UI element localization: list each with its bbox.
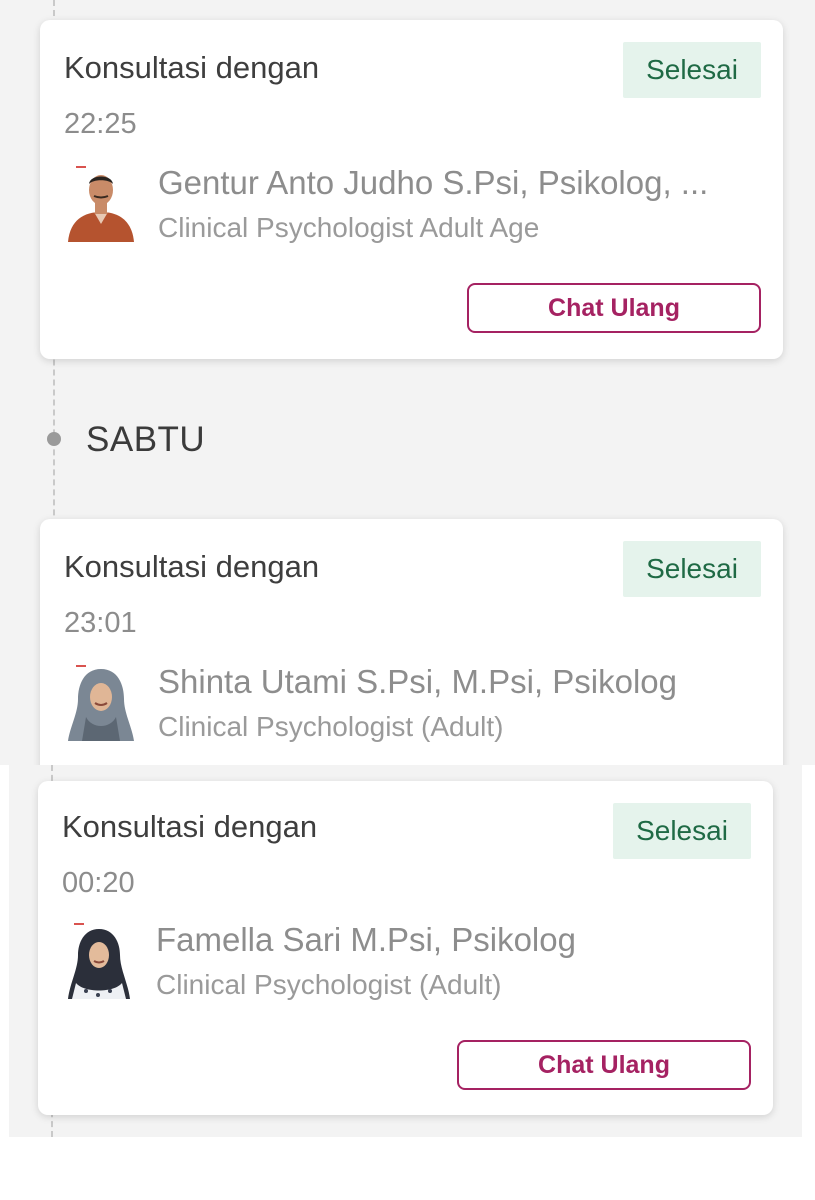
- chat-again-button[interactable]: Chat Ulang: [467, 283, 761, 333]
- doctor-specialty: Clinical Psychologist (Adult): [158, 711, 504, 742]
- consultation-card[interactable]: Konsultasi dengan Selesai 22:25 Gentur A…: [40, 20, 783, 359]
- doctor-specialty: Clinical Psychologist (Adult): [156, 969, 502, 1000]
- status-badge: Selesai: [623, 541, 761, 597]
- doctor-avatar-hijab-icon: [68, 923, 130, 999]
- status-badge: Selesai: [623, 42, 761, 98]
- status-badge: Selesai: [613, 803, 751, 859]
- consultation-time: 22:25: [64, 108, 137, 140]
- consultation-history-upper: Konsultasi dengan Selesai 22:25 Gentur A…: [0, 0, 815, 765]
- doctor-specialty: Clinical Psychologist Adult Age: [158, 212, 540, 243]
- timeline-dot: [47, 432, 61, 446]
- doctor-name: Gentur Anto Judho S.Psi, Psikolog, ...: [158, 164, 709, 201]
- doctor-avatar: [64, 923, 134, 999]
- consultation-time: 23:01: [64, 607, 137, 639]
- doctor-name: Famella Sari M.Psi, Psikolog: [156, 921, 576, 958]
- consultation-card[interactable]: Konsultasi dengan Selesai 00:20 Famella …: [38, 781, 773, 1115]
- consultation-card[interactable]: Konsultasi dengan Selesai 23:01 Shinta U…: [40, 519, 783, 765]
- day-header: SABTU: [86, 420, 206, 459]
- card-title: Konsultasi dengan: [64, 50, 320, 85]
- doctor-avatar: [66, 166, 136, 242]
- doctor-avatar: [66, 665, 136, 741]
- card-title: Konsultasi dengan: [62, 809, 318, 844]
- doctor-avatar-male-icon: [68, 166, 134, 242]
- card-title: Konsultasi dengan: [64, 549, 320, 584]
- doctor-name: Shinta Utami S.Psi, M.Psi, Psikolog: [158, 663, 678, 700]
- chat-again-button[interactable]: Chat Ulang: [457, 1040, 751, 1090]
- doctor-avatar-hijab-icon: [68, 665, 134, 741]
- consultation-time: 00:20: [62, 867, 135, 899]
- consultation-history-lower: Konsultasi dengan Selesai 00:20 Famella …: [9, 765, 802, 1137]
